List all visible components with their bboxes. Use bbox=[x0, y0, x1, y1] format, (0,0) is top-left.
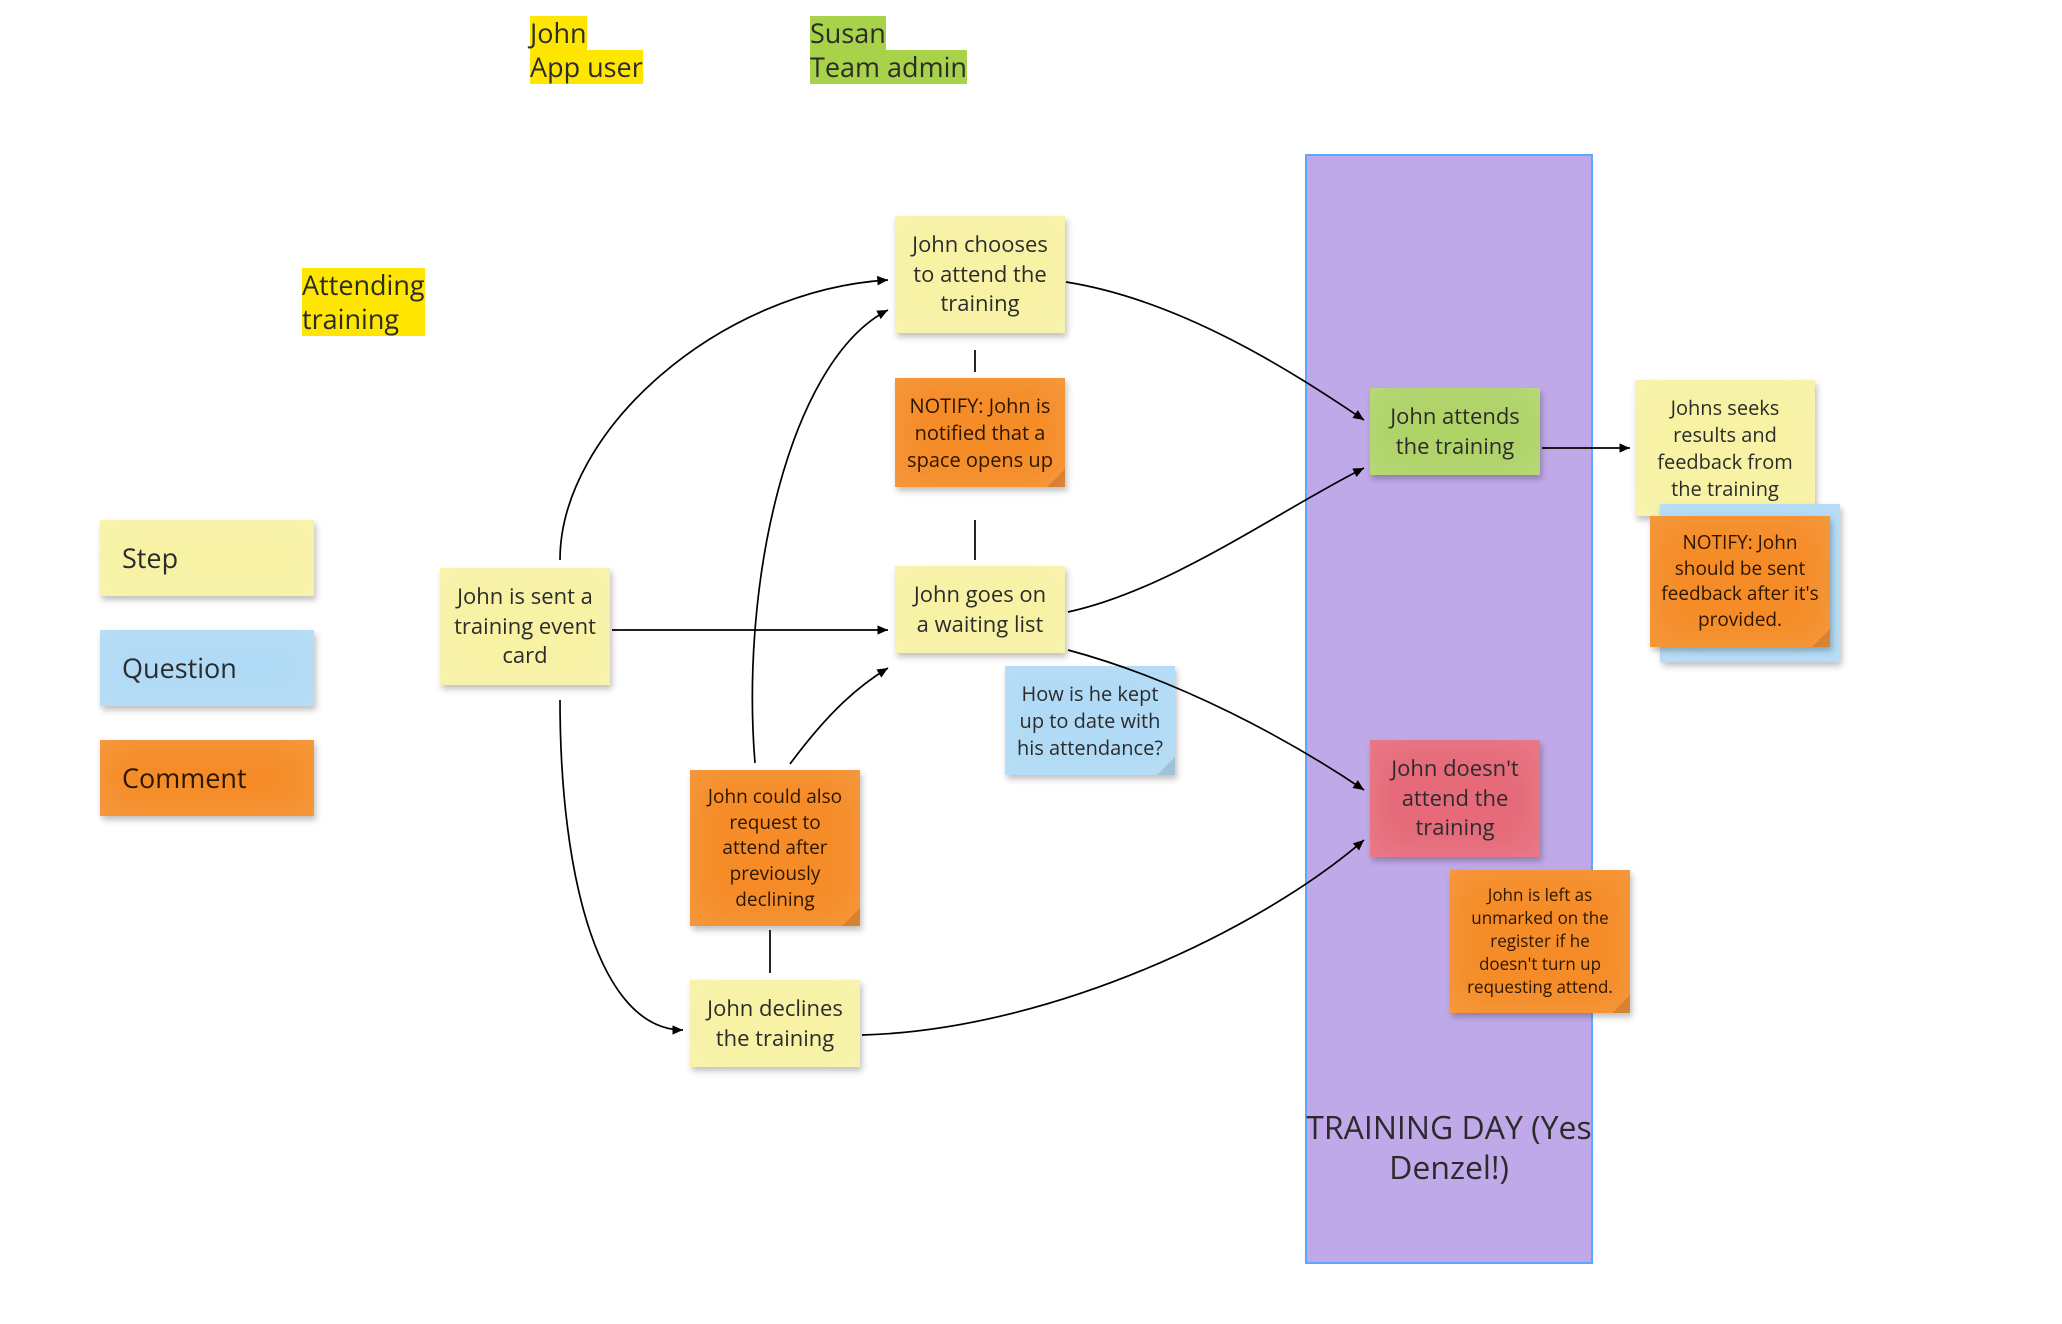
node-waiting-list[interactable]: John goes on a waiting list bbox=[895, 566, 1065, 653]
node-chooses-attend[interactable]: John chooses to attend the training bbox=[895, 216, 1065, 333]
legend-question: Question bbox=[100, 630, 314, 706]
flow-canvas[interactable]: TRAINING DAY (Yes Denzel!) John App user… bbox=[0, 0, 2062, 1324]
node-request-after-decline[interactable]: John could also request to attend after … bbox=[690, 770, 860, 926]
node-declines[interactable]: John declines the training bbox=[690, 980, 860, 1067]
node-attends[interactable]: John attends the training bbox=[1370, 388, 1540, 475]
node-notify-feedback[interactable]: NOTIFY: John should be sent feedback aft… bbox=[1650, 516, 1830, 647]
node-sent-card[interactable]: John is sent a training event card bbox=[440, 568, 610, 685]
persona-susan-role: Team admin bbox=[810, 50, 967, 84]
node-left-unmarked[interactable]: John is left as unmarked on the register… bbox=[1450, 870, 1630, 1013]
legend-comment: Comment bbox=[100, 740, 314, 816]
node-notify-space[interactable]: NOTIFY: John is notified that a space op… bbox=[895, 378, 1065, 487]
section-label: Attending training bbox=[302, 268, 425, 336]
persona-john: John bbox=[530, 16, 587, 50]
training-day-label: TRAINING DAY (Yes Denzel!) bbox=[1305, 1108, 1593, 1188]
node-kept-up-to-date[interactable]: How is he kept up to date with his atten… bbox=[1005, 666, 1175, 775]
node-doesnt-attend[interactable]: John doesn't attend the training bbox=[1370, 740, 1540, 857]
persona-susan: Susan bbox=[810, 16, 886, 50]
node-seeks-feedback[interactable]: Johns seeks results and feedback from th… bbox=[1635, 380, 1815, 516]
training-day-band bbox=[1305, 154, 1593, 1264]
legend-step: Step bbox=[100, 520, 314, 596]
persona-john-role: App user bbox=[530, 50, 643, 84]
